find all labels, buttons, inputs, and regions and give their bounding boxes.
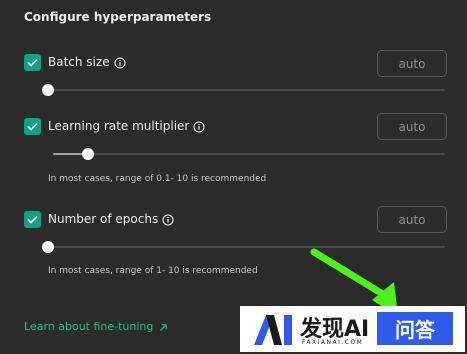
check-icon (27, 123, 38, 131)
learn-fine-tuning-link[interactable]: Learn about fine-tuning (24, 320, 168, 333)
batch-size-label-wrap: Batch size (48, 54, 126, 71)
epochs-label-wrap: Number of epochs (48, 211, 174, 228)
learn-link-label: Learn about fine-tuning (24, 320, 154, 333)
watermark-badge: 问答 (377, 312, 453, 345)
hyperparameters-panel: Configure hyperparameters Batch size aut… (0, 0, 467, 354)
batch-size-slider[interactable] (42, 84, 445, 96)
learning-rate-checkbox[interactable] (24, 118, 41, 135)
slider-thumb[interactable] (42, 84, 54, 96)
check-icon (27, 216, 38, 224)
learning-rate-hint: In most cases, range of 0.1- 10 is recom… (48, 174, 267, 184)
learning-rate-label: Learning rate multiplier (48, 119, 190, 133)
external-arrow-icon (160, 323, 167, 331)
batch-size-label: Batch size (48, 55, 110, 69)
learning-rate-input[interactable]: auto (377, 113, 447, 140)
batch-size-row: Batch size auto (24, 50, 447, 96)
check-icon (27, 59, 38, 67)
panel-title: Configure hyperparameters (24, 10, 212, 24)
epochs-checkbox[interactable] (24, 211, 41, 228)
slider-thumb[interactable] (82, 148, 95, 160)
slider-track (53, 153, 445, 155)
epochs-hint: In most cases, range of 1- 10 is recomme… (48, 266, 258, 276)
learning-rate-slider[interactable] (53, 148, 445, 160)
watermark-ai-glyph-icon (254, 315, 292, 345)
batch-size-input[interactable]: auto (377, 50, 447, 77)
info-icon[interactable] (114, 56, 126, 69)
epochs-input[interactable]: auto (377, 206, 447, 233)
slider-thumb[interactable] (42, 241, 54, 253)
slider-track (48, 89, 445, 91)
info-icon[interactable] (193, 120, 205, 133)
epochs-label: Number of epochs (48, 212, 159, 226)
watermark-badge-label: 问答 (395, 318, 435, 342)
learning-rate-label-wrap: Learning rate multiplier (48, 118, 205, 135)
info-icon[interactable] (162, 213, 174, 226)
watermark-site: FAXIANAI.COM (302, 339, 364, 346)
watermark-logo: 发现AI FAXIANAI.COM 问答 (240, 306, 465, 352)
batch-size-checkbox[interactable] (24, 54, 41, 71)
